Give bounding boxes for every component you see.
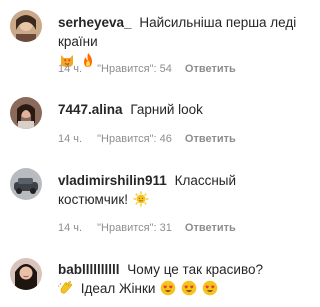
comment-body: 7447.alina Гарний look	[58, 100, 299, 119]
avatar[interactable]	[10, 168, 42, 200]
comment-text-line2: костюмчик!	[58, 192, 128, 207]
comment-likes[interactable]: "Нравится": 54	[97, 63, 172, 75]
heart-eyes-icon	[160, 280, 176, 296]
comment-text: Чому це так красиво?	[127, 262, 264, 277]
comment-item: serheyeva_ Найсильніша перша леді країни…	[0, 0, 305, 80]
comment-time[interactable]: 14 ч.	[58, 63, 82, 75]
reply-button[interactable]: Ответить	[185, 63, 236, 75]
comment-meta: 14 ч. "Нравится": 46 Ответить	[58, 133, 246, 145]
comment-username[interactable]: serheyeva_	[58, 15, 132, 30]
comment-meta: 14 ч. "Нравится": 54 Ответить	[58, 63, 246, 75]
comment-text: Гарний look	[130, 102, 203, 117]
heart-eyes-icon	[181, 280, 197, 296]
comment-time[interactable]: 14 ч.	[58, 133, 82, 145]
comment-body: vladimirshilin911 Классный костюмчик!	[58, 171, 299, 209]
sun-face-icon	[133, 191, 149, 207]
avatar[interactable]	[10, 258, 42, 290]
comment-meta: 14 ч. "Нравится": 31 Ответить	[58, 222, 246, 234]
comment-time[interactable]: 14 ч.	[58, 222, 82, 234]
reply-button[interactable]: Ответить	[185, 133, 236, 145]
comment-username[interactable]: vladimirshilin911	[58, 173, 167, 188]
comment-item: vladimirshilin911 Классный костюмчик! 14…	[0, 160, 305, 245]
reply-button[interactable]: Ответить	[185, 222, 236, 234]
comment-likes[interactable]: "Нравится": 46	[97, 133, 172, 145]
heart-eyes-icon	[202, 280, 218, 296]
comment-item: 7447.alina Гарний look 14 ч. "Нравится":…	[0, 88, 305, 158]
comment-text: Классный	[174, 173, 237, 188]
clapping-hands-icon	[58, 281, 73, 294]
comment-username[interactable]: 7447.alina	[58, 102, 123, 117]
avatar[interactable]	[10, 10, 42, 42]
comment-item: babllllllllll Чому це так красиво? Ідеал…	[0, 252, 305, 307]
comment-likes[interactable]: "Нравится": 31	[97, 222, 172, 234]
avatar[interactable]	[10, 97, 42, 129]
comment-username[interactable]: babllllllllll	[58, 262, 120, 277]
comment-body: babllllllllll Чому це так красиво? Ідеал…	[58, 260, 299, 298]
comment-text-line2: Ідеал Жінки	[80, 281, 156, 296]
comment-body: serheyeva_ Найсильніша перша леді країни	[58, 13, 299, 70]
